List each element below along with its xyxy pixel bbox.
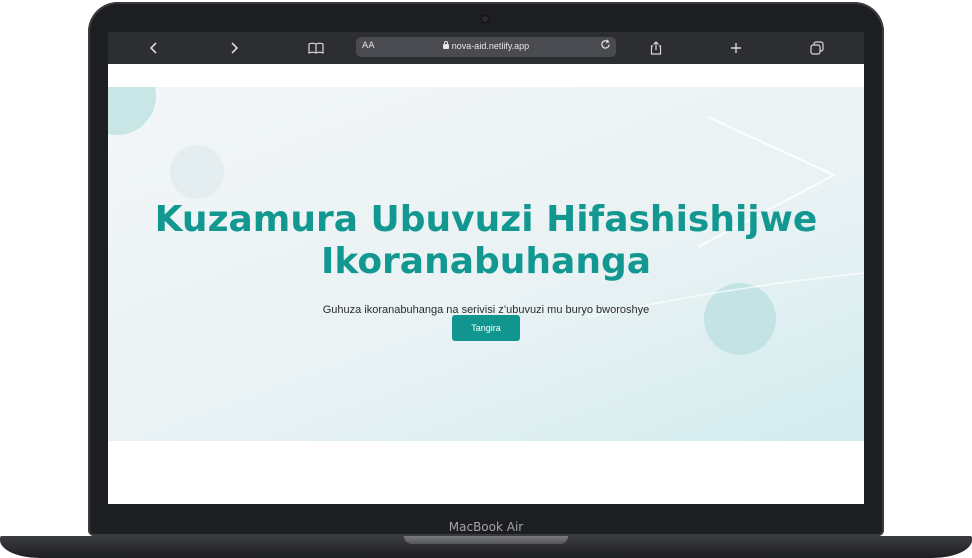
back-button[interactable] (144, 38, 164, 58)
get-started-button[interactable]: Tangira (452, 315, 520, 341)
laptop-base-notch (404, 536, 568, 544)
chevron-right-icon (231, 42, 239, 54)
browser-toolbar: AA nova-aid.netlify.app (108, 32, 864, 64)
address-bar[interactable]: AA nova-aid.netlify.app (356, 37, 616, 57)
camera-icon (482, 16, 488, 22)
tabs-icon (810, 41, 824, 55)
plus-icon (731, 43, 741, 53)
url-display: nova-aid.netlify.app (356, 41, 616, 51)
book-icon (308, 42, 324, 54)
share-button[interactable] (646, 38, 666, 58)
web-page: Kuzamura Ubuvuzi Hifashishijwe Ikoranabu… (108, 64, 864, 504)
device-mockup: AA nova-aid.netlify.app Kuzamura Ubuvuzi… (0, 0, 972, 558)
bookmarks-button[interactable] (306, 38, 326, 58)
share-icon (650, 41, 662, 55)
hero-section: Kuzamura Ubuvuzi Hifashishijwe Ikoranabu… (108, 87, 864, 441)
reload-icon (601, 39, 610, 49)
chevron-left-icon (149, 42, 157, 54)
hero-title: Kuzamura Ubuvuzi Hifashishijwe Ikoranabu… (154, 199, 818, 282)
lock-icon (442, 41, 449, 49)
browser-window: AA nova-aid.netlify.app Kuzamura Ubuvuzi… (108, 32, 864, 504)
forward-button[interactable] (224, 38, 244, 58)
tabs-overview-button[interactable] (807, 38, 827, 58)
new-tab-button[interactable] (726, 38, 746, 58)
device-model-label: MacBook Air (448, 520, 524, 534)
url-text: nova-aid.netlify.app (451, 41, 530, 51)
reload-button[interactable] (600, 39, 611, 53)
